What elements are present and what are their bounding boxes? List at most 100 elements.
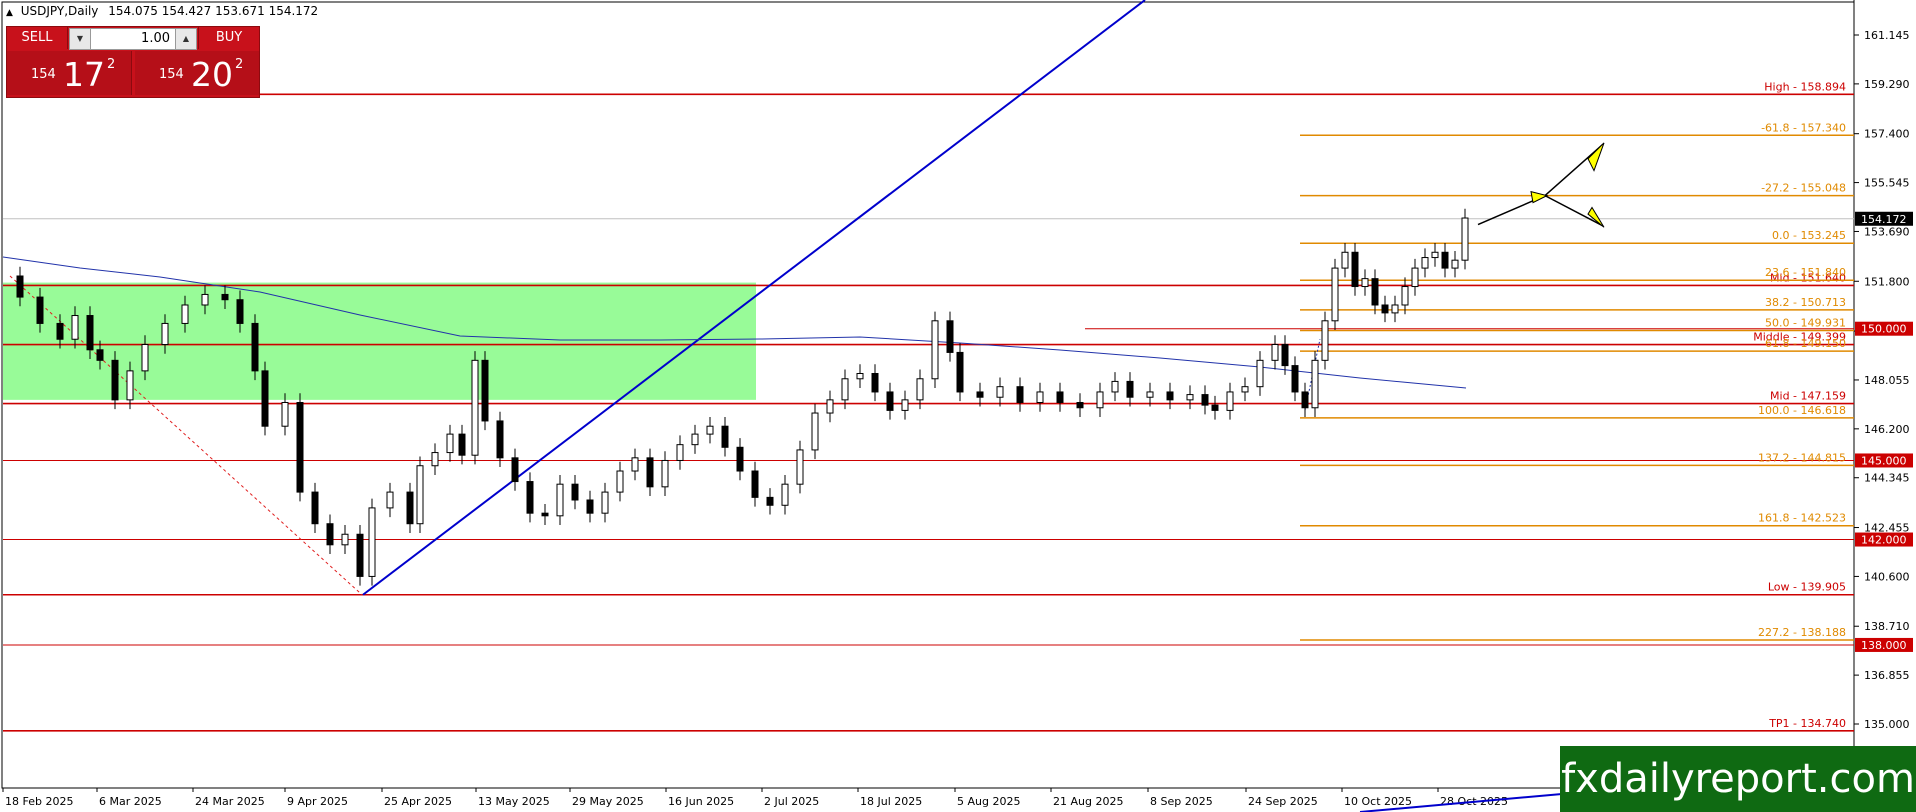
candle-body — [1166, 391, 1174, 401]
candle-body — [781, 483, 789, 506]
candle-body — [721, 425, 729, 448]
lot-size-field[interactable]: ▼ 1.00 ▲ — [69, 28, 197, 50]
candle-body — [416, 465, 424, 525]
y-tick-label: 138.710 — [1864, 620, 1910, 633]
candle-body — [96, 349, 104, 361]
candle-body — [511, 457, 519, 483]
candle-body — [1441, 251, 1449, 269]
candle-body — [1421, 257, 1429, 269]
x-tick-label: 18 Feb 2025 — [5, 795, 73, 808]
buy-price-box[interactable]: 154 20 2 — [135, 51, 259, 95]
candle-body — [86, 315, 94, 351]
y-tick-label: 159.290 — [1864, 78, 1910, 91]
candle-body — [56, 322, 64, 340]
buy-price-sup: 2 — [235, 57, 244, 72]
candle-body — [481, 359, 489, 422]
candle-body — [281, 401, 289, 427]
x-tick-label: 24 Sep 2025 — [1248, 795, 1318, 808]
chart-stage: 161.145 159.290 157.400 155.545 153.690 151.8… — [0, 0, 1916, 812]
candle-body — [1076, 401, 1084, 409]
fib-label: 137.2 - 144.815 — [1758, 451, 1846, 464]
candle-body — [1111, 380, 1119, 393]
x-tick-label: 6 Mar 2025 — [99, 795, 162, 808]
candle-body — [631, 457, 639, 472]
candle-body — [646, 457, 654, 488]
candle-body — [1351, 251, 1359, 288]
candle-body — [996, 386, 1004, 398]
candle-body — [796, 449, 804, 485]
ohlc-values: 154.075 154.427 153.671 154.172 — [108, 4, 319, 18]
candle-body — [1126, 380, 1134, 398]
candle-body — [841, 378, 849, 401]
candle-body — [368, 507, 376, 577]
candle-body — [356, 533, 364, 577]
fib-label: 50.0 - 149.931 — [1765, 317, 1846, 330]
sell-price-big: 154 — [31, 67, 56, 82]
candle-body — [901, 399, 909, 411]
collapse-triangle-icon[interactable]: ▲ — [6, 8, 13, 18]
x-tick-label: 13 May 2025 — [478, 795, 550, 808]
candle-body — [931, 320, 939, 380]
candle-body — [1146, 391, 1154, 398]
fib-label: -27.2 - 155.048 — [1761, 182, 1846, 195]
arrow-head-down-icon — [1587, 206, 1605, 228]
candle-body — [1311, 359, 1319, 409]
candle-body — [526, 481, 534, 514]
candle-body — [1371, 278, 1379, 306]
x-tick-label: 9 Apr 2025 — [287, 795, 348, 808]
sell-price-sup: 2 — [107, 57, 116, 72]
candle-body — [406, 491, 414, 525]
candle-body — [1226, 391, 1234, 411]
candle-body — [1451, 259, 1459, 269]
brand-watermark: fxdailyreport.com — [1560, 746, 1916, 812]
y-tick-label: 148.055 — [1864, 374, 1910, 387]
candle-body — [386, 491, 394, 509]
candle-body — [161, 322, 169, 346]
price-chart[interactable]: 161.145 159.290 157.400 155.545 153.690 151.8… — [0, 0, 1916, 812]
candle-body — [1271, 344, 1279, 361]
candle-body — [886, 391, 894, 411]
candle-body — [1401, 286, 1409, 306]
buy-button[interactable]: BUY — [198, 27, 259, 49]
fib-label: 61.8 - 149.150 — [1765, 337, 1846, 350]
fib-label: 38.2 - 150.713 — [1765, 296, 1846, 309]
candle-body — [766, 496, 774, 506]
candle-body — [251, 322, 259, 372]
sell-price-box[interactable]: 154 17 2 — [7, 51, 132, 95]
candle-body — [141, 344, 149, 372]
x-tick-label: 2 Jul 2025 — [764, 795, 819, 808]
decrease-lot-icon[interactable]: ▼ — [70, 29, 91, 49]
candle-body — [1036, 391, 1044, 403]
candle-body — [1186, 394, 1194, 401]
fib-label: 161.8 - 142.523 — [1758, 512, 1846, 525]
arrow-head-icon — [1530, 190, 1549, 204]
sell-button[interactable]: SELL — [7, 27, 68, 49]
fib-label: 100.0 - 146.618 — [1758, 404, 1846, 417]
y-tick-label: 151.800 — [1864, 275, 1910, 288]
level-price-label: 145.000 — [1861, 454, 1907, 467]
candle-body — [1411, 267, 1419, 288]
y-tick-label: 136.855 — [1864, 669, 1910, 682]
increase-lot-icon[interactable]: ▲ — [175, 29, 196, 49]
candle-body — [956, 351, 964, 393]
candle-body — [661, 459, 669, 488]
level-price-label: 138.000 — [1861, 639, 1907, 652]
candle-body — [946, 320, 954, 353]
candle-body — [736, 446, 744, 472]
y-tick-label: 146.200 — [1864, 423, 1910, 436]
candle-body — [616, 470, 624, 493]
candle-body — [1291, 365, 1299, 393]
y-tick-label: 155.545 — [1864, 177, 1910, 190]
candle-body — [691, 433, 699, 446]
buy-price-pips: 20 — [191, 55, 233, 94]
x-tick-label: 18 Jul 2025 — [860, 795, 922, 808]
candle-body — [1211, 404, 1219, 411]
fib-label: 23.6 - 151.840 — [1765, 266, 1846, 279]
y-tick-label: 140.600 — [1864, 570, 1910, 583]
candle-body — [126, 370, 134, 401]
candle-body — [871, 373, 879, 393]
candle-body — [71, 315, 79, 340]
lot-value[interactable]: 1.00 — [92, 29, 174, 49]
candle-body — [1321, 320, 1329, 361]
candle-body — [1201, 394, 1209, 406]
